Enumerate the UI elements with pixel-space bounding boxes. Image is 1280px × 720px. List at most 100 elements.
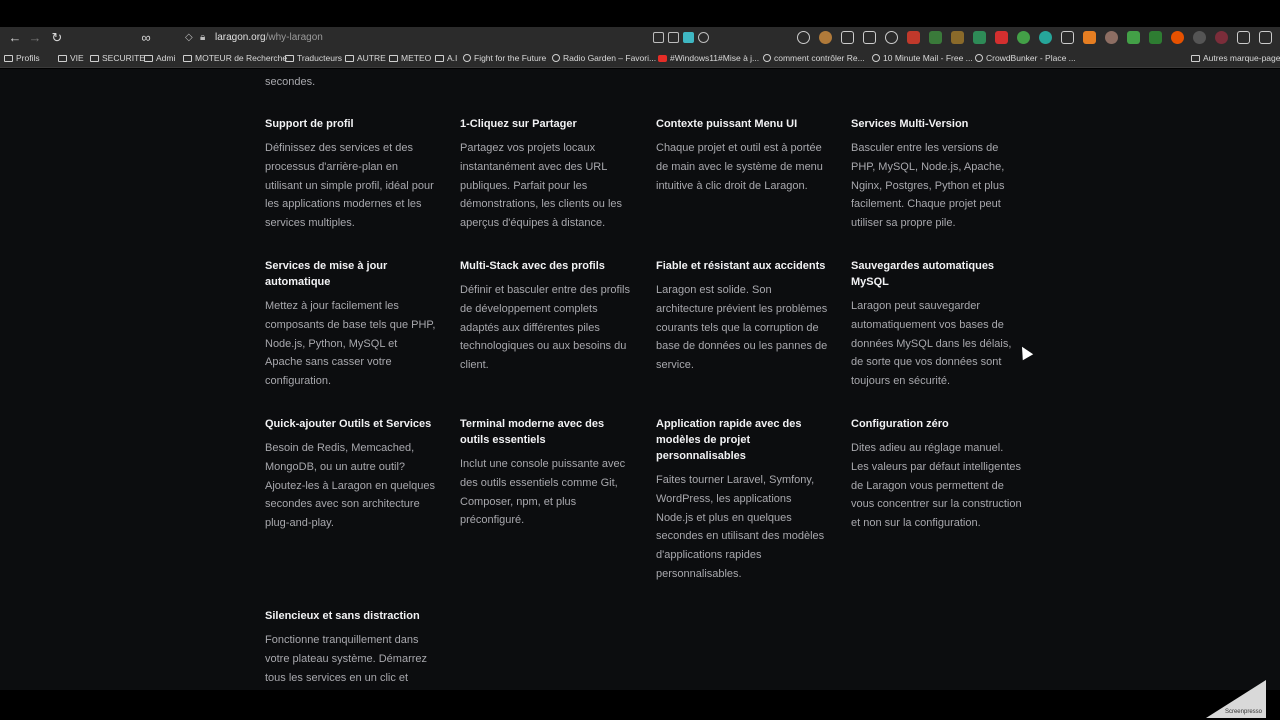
download-icon[interactable]: [1237, 31, 1250, 44]
wifi-icon[interactable]: [1017, 31, 1030, 44]
feature-title: Support de profil: [265, 118, 354, 130]
youtube-icon[interactable]: [995, 31, 1008, 44]
feature-title: Multi-Stack avec des profils: [460, 260, 605, 272]
bookmark-item[interactable]: SECURITE: [90, 51, 145, 65]
bookmark-label: SECURITE: [102, 53, 145, 63]
bookmark-star-icon[interactable]: [841, 31, 854, 44]
feature-description: Définissez des services et des processus…: [265, 142, 434, 230]
url-path: /why-laragon: [265, 32, 323, 43]
feature-title: Quick-ajouter Outils et Services: [265, 418, 432, 430]
bookmark-label: MOTEUR de Recherche: [195, 53, 288, 63]
feature-card: 1-Cliquez sur Partager Partagez vos proje…: [460, 116, 632, 233]
extension-icon[interactable]: [973, 31, 986, 44]
star-icon[interactable]: [698, 32, 709, 43]
bookmark-label: VIE: [70, 53, 84, 63]
feature-description: Basculer entre les versions de PHP, MySQ…: [851, 142, 1005, 230]
screenshot-icon[interactable]: [668, 32, 679, 43]
bookmark-item[interactable]: MOTEUR de Recherche: [183, 51, 287, 65]
extension-icon[interactable]: [951, 31, 964, 44]
feature-card: Silencieux et sans distraction Fonctionne…: [265, 608, 437, 687]
feature-description: Chaque projet et outil est à portée de m…: [656, 142, 823, 192]
feature-title: Fiable et résistant aux accidents: [656, 260, 826, 272]
folder-icon: [58, 55, 67, 62]
extension-icon[interactable]: [819, 31, 832, 44]
bookmark-item[interactable]: Radio Garden – Favori...: [552, 51, 656, 65]
feature-card: Services Multi-Version Basculer entre les…: [851, 116, 1023, 233]
watermark-text: Screenpresso: [1224, 709, 1262, 715]
bookmark-label: Fight for the Future: [474, 53, 547, 63]
shield-icon[interactable]: [1149, 31, 1162, 44]
reload-button[interactable]: ↻: [48, 27, 66, 48]
bookmark-item[interactable]: comment contrôler Re...: [763, 51, 865, 65]
address-bar[interactable]: ◇ 🔒︎ laragon.org/why-laragon: [160, 29, 730, 46]
profile-avatar[interactable]: [1215, 31, 1228, 44]
puzzle-icon[interactable]: [863, 31, 876, 44]
extension-icon[interactable]: [1039, 31, 1052, 44]
folder-icon: [435, 55, 444, 62]
lock-icon[interactable]: 🔒︎: [200, 29, 205, 46]
feature-title: Services Multi-Version: [851, 118, 969, 130]
bookmarks-bar: Profils VIE SECURITE Admi MOTEUR de Recherch…: [0, 48, 1280, 68]
extension-icon[interactable]: [929, 31, 942, 44]
feature-title: Terminal moderne avec des outils essenti…: [460, 418, 605, 446]
extension-icon[interactable]: [1105, 31, 1118, 44]
bookmark-item[interactable]: AUTRE: [345, 51, 386, 65]
back-button[interactable]: ←: [6, 27, 24, 48]
bookmark-item[interactable]: METEO: [389, 51, 431, 65]
window-bottom-strip: Screenpresso: [0, 680, 1280, 720]
feature-card: Multi-Stack avec des profils Définir et b…: [460, 258, 632, 375]
bookmark-item[interactable]: A.I: [435, 51, 457, 65]
folder-icon: [1191, 55, 1200, 62]
feature-title: Services de mise à jour automatique: [265, 260, 388, 288]
feature-card: Configuration zéro Dites adieu au réglage…: [851, 416, 1023, 533]
feature-description: Laragon peut sauvegarder automatiquement…: [851, 300, 1012, 388]
bookmark-item[interactable]: Profils: [4, 51, 40, 65]
bookmark-label: CrowdBunker - Place ...: [986, 53, 1076, 63]
browser-nav-bar: ← → ↻ ∞ ⌂ ◇ 🔒︎ laragon.org/why-laragon: [0, 27, 1280, 48]
intro-text-tail: secondes.: [265, 76, 316, 88]
translate-icon[interactable]: [683, 32, 694, 43]
bookmark-label: comment contrôler Re...: [774, 53, 865, 63]
feature-card: Fiable et résistant aux accidents Laragon…: [656, 258, 828, 375]
bookmark-item[interactable]: CrowdBunker - Place ...: [975, 51, 1076, 65]
bookmark-label: #Windows11#Mise à j...: [670, 53, 760, 63]
extension-icon[interactable]: [1171, 31, 1184, 44]
bookmark-item[interactable]: Fight for the Future: [463, 51, 546, 65]
bookmark-item[interactable]: #Windows11#Mise à j...: [658, 51, 759, 65]
reader-icon[interactable]: [653, 32, 664, 43]
window-top-strip: [0, 0, 1280, 27]
extension-icon[interactable]: [1083, 31, 1096, 44]
bookmark-label: 10 Minute Mail - Free ...: [883, 53, 973, 63]
feature-title: 1-Cliquez sur Partager: [460, 118, 577, 130]
feature-description: Faites tourner Laravel, Symfony, WordPre…: [656, 474, 825, 580]
feature-description: Définir et basculer entre des profils de…: [460, 284, 630, 372]
globe-icon: [763, 54, 771, 62]
feature-card: Terminal moderne avec des outils essenti…: [460, 416, 632, 530]
shield-icon[interactable]: ◇: [185, 29, 193, 46]
bookmark-item[interactable]: Admi: [144, 51, 175, 65]
url-text[interactable]: laragon.org/why-laragon: [215, 29, 323, 46]
extension-icon[interactable]: [1193, 31, 1206, 44]
bookmark-item[interactable]: Traducteurs: [285, 51, 342, 65]
forward-button[interactable]: →: [26, 27, 44, 48]
folder-icon: [285, 55, 294, 62]
ublock-icon[interactable]: [907, 31, 920, 44]
folder-icon: [90, 55, 99, 62]
feature-description: Fonctionne tranquillement dans votre pla…: [265, 634, 428, 684]
menu-icon[interactable]: [1259, 31, 1272, 44]
equalizer-icon[interactable]: [1061, 31, 1074, 44]
gear-icon[interactable]: [885, 31, 898, 44]
globe-icon: [975, 54, 983, 62]
feature-description: Laragon est solide. Son architecture pré…: [656, 284, 828, 372]
feature-title: Configuration zéro: [851, 418, 949, 430]
globe-icon: [463, 54, 471, 62]
bookmark-label: Admi: [156, 53, 176, 63]
bookmark-item[interactable]: 10 Minute Mail - Free ...: [872, 51, 973, 65]
bookmark-item[interactable]: VIE: [58, 51, 84, 65]
extension-icon[interactable]: [1127, 31, 1140, 44]
bookmark-item[interactable]: Autres marque-pages: [1191, 51, 1280, 65]
infinity-icon[interactable]: ∞: [137, 27, 155, 48]
feature-description: Besoin de Redis, Memcached, MongoDB, ou …: [265, 442, 436, 530]
history-icon[interactable]: [797, 31, 810, 44]
url-host: laragon.org: [215, 32, 266, 43]
